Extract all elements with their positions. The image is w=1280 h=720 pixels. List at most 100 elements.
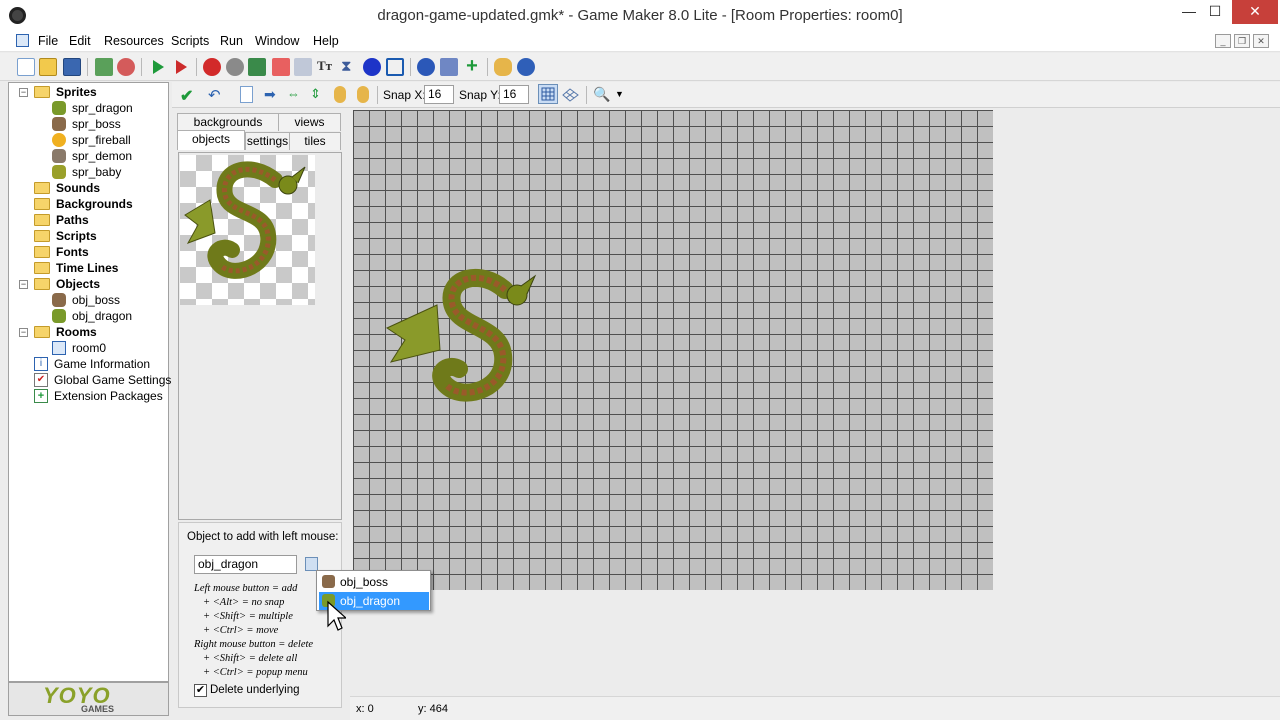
dropdown-item-obj-boss[interactable]: obj_boss: [319, 573, 429, 591]
lock-instances-icon[interactable]: [334, 86, 346, 103]
extension-icon: +: [34, 389, 48, 403]
tab-settings[interactable]: settings: [245, 132, 290, 150]
dragon-sprite-image: [184, 161, 306, 279]
extension-add-icon[interactable]: +: [463, 56, 481, 76]
checklist-icon: ✔: [34, 373, 48, 387]
mdi-minimize-button[interactable]: _: [1215, 34, 1231, 48]
close-button[interactable]: ✕: [1232, 0, 1278, 24]
add-sound-icon[interactable]: [226, 58, 244, 76]
window-title: dragon-game-updated.gmk* - Game Maker 8.…: [377, 7, 903, 24]
cursor-x-readout: x: 0: [356, 703, 374, 715]
boss-object-icon: [322, 575, 335, 588]
folder-icon: [34, 326, 50, 338]
document-icon[interactable]: [16, 34, 29, 47]
add-object-icon[interactable]: [363, 58, 381, 76]
dragon-instance[interactable]: [353, 110, 993, 590]
expand-toggle[interactable]: −: [19, 328, 28, 337]
save-icon[interactable]: [63, 58, 81, 76]
new-file-icon[interactable]: [17, 58, 35, 76]
folder-icon: [34, 278, 50, 290]
add-script-icon[interactable]: [294, 58, 312, 76]
main-toolbar: Tт ⧗ +: [0, 53, 1280, 81]
add-background-icon[interactable]: [248, 58, 266, 76]
baby-sprite-icon: [52, 165, 66, 179]
room-tabs: backgrounds views objects settings tiles: [172, 110, 345, 154]
boss-object-icon: [52, 293, 66, 307]
room-toolbar: ✔ ↶ ➡ ⇔ ⇕ Snap X: 16 Snap Y: 16 🔍 ▼: [172, 82, 1280, 108]
clear-room-icon[interactable]: [240, 86, 253, 103]
folder-icon: [34, 246, 50, 258]
room-icon: [52, 341, 66, 355]
title-bar: dragon-game-updated.gmk* - Game Maker 8.…: [0, 0, 1280, 31]
resource-tree: − Sprites spr_dragon spr_boss spr_fireba…: [8, 82, 171, 682]
demon-sprite-icon: [52, 149, 66, 163]
help-shift-delete-all: + <Shift> = delete all: [203, 653, 298, 664]
zoom-magnifier-icon[interactable]: 🔍: [593, 86, 610, 103]
mdi-restore-button[interactable]: ❐: [1234, 34, 1250, 48]
menu-bar: File Edit Resources Scripts Run Window H…: [0, 31, 1280, 52]
dragon-sprite-icon: [52, 101, 66, 115]
publish-icon[interactable]: [117, 58, 135, 76]
mouse-pointer-icon: [327, 600, 346, 631]
help-right-mouse: Right mouse button = delete: [194, 639, 314, 650]
sort-y-icon[interactable]: ⇕: [310, 86, 327, 103]
open-folder-icon[interactable]: [39, 58, 57, 76]
expand-toggle[interactable]: −: [19, 280, 28, 289]
menu-help[interactable]: Help: [313, 34, 339, 48]
menu-file[interactable]: File: [38, 34, 58, 48]
menu-edit[interactable]: Edit: [69, 34, 91, 48]
snap-y-label: Snap Y:: [459, 88, 501, 102]
menu-window[interactable]: Window: [255, 34, 299, 48]
expand-toggle[interactable]: −: [19, 88, 28, 97]
delete-underlying-checkbox[interactable]: ✔: [194, 684, 207, 697]
cursor-y-readout: y: 464: [418, 703, 448, 715]
unlock-instances-icon[interactable]: [357, 86, 369, 103]
menu-resources[interactable]: Resources: [104, 34, 164, 48]
create-executable-icon[interactable]: [95, 58, 113, 76]
game-information-icon[interactable]: [417, 58, 435, 76]
folder-icon: [34, 86, 50, 98]
help-ctrl-move: + <Ctrl> = move: [203, 625, 279, 636]
maximize-button[interactable]: ☐: [1198, 0, 1232, 24]
menu-run[interactable]: Run: [220, 34, 243, 48]
dragon-object-icon: [52, 309, 66, 323]
object-select-field[interactable]: obj_dragon: [194, 555, 297, 574]
boss-sprite-icon: [52, 117, 66, 131]
ok-checkmark-icon[interactable]: ✔: [180, 86, 197, 105]
global-settings-icon[interactable]: [440, 58, 458, 76]
snap-y-input[interactable]: 16: [499, 85, 529, 104]
sort-x-icon[interactable]: ⇔: [287, 86, 304, 103]
shift-instances-icon[interactable]: ➡: [264, 86, 281, 103]
room-grid-canvas[interactable]: [353, 110, 993, 590]
lite-upgrade-icon[interactable]: [494, 58, 512, 76]
add-path-icon[interactable]: [272, 58, 290, 76]
help-icon[interactable]: [517, 58, 535, 76]
help-shift-multiple: + <Shift> = multiple: [203, 611, 293, 622]
zoom-dropdown-chevron-icon[interactable]: ▼: [615, 86, 632, 103]
tab-tiles[interactable]: tiles: [289, 132, 341, 150]
undo-icon[interactable]: ↶: [208, 86, 225, 104]
folder-icon: [34, 230, 50, 242]
folder-icon: [34, 262, 50, 274]
add-object-heading: Object to add with left mouse:: [187, 531, 339, 543]
snap-x-input[interactable]: 16: [424, 85, 454, 104]
isometric-grid-icon[interactable]: [562, 86, 579, 103]
add-sprite-icon[interactable]: [203, 58, 221, 76]
debug-game-icon[interactable]: [172, 58, 190, 76]
folder-icon: [34, 214, 50, 226]
add-font-icon[interactable]: Tт: [317, 58, 335, 76]
mdi-close-button[interactable]: ✕: [1253, 34, 1269, 48]
help-left-mouse: Left mouse button = add: [194, 583, 298, 594]
tab-backgrounds[interactable]: backgrounds: [177, 113, 279, 131]
menu-scripts[interactable]: Scripts: [171, 34, 209, 48]
add-room-icon[interactable]: [386, 58, 404, 76]
toggle-grid-icon[interactable]: [538, 84, 558, 104]
delete-underlying-label: Delete underlying: [210, 684, 300, 696]
add-timeline-icon[interactable]: ⧗: [341, 58, 359, 76]
tab-objects[interactable]: objects: [177, 130, 245, 150]
fireball-sprite-icon: [52, 133, 66, 147]
tab-views[interactable]: views: [278, 113, 341, 131]
run-game-icon[interactable]: [149, 58, 167, 76]
object-menu-icon[interactable]: [305, 557, 318, 571]
help-ctrl-popup: + <Ctrl> = popup menu: [203, 667, 308, 678]
